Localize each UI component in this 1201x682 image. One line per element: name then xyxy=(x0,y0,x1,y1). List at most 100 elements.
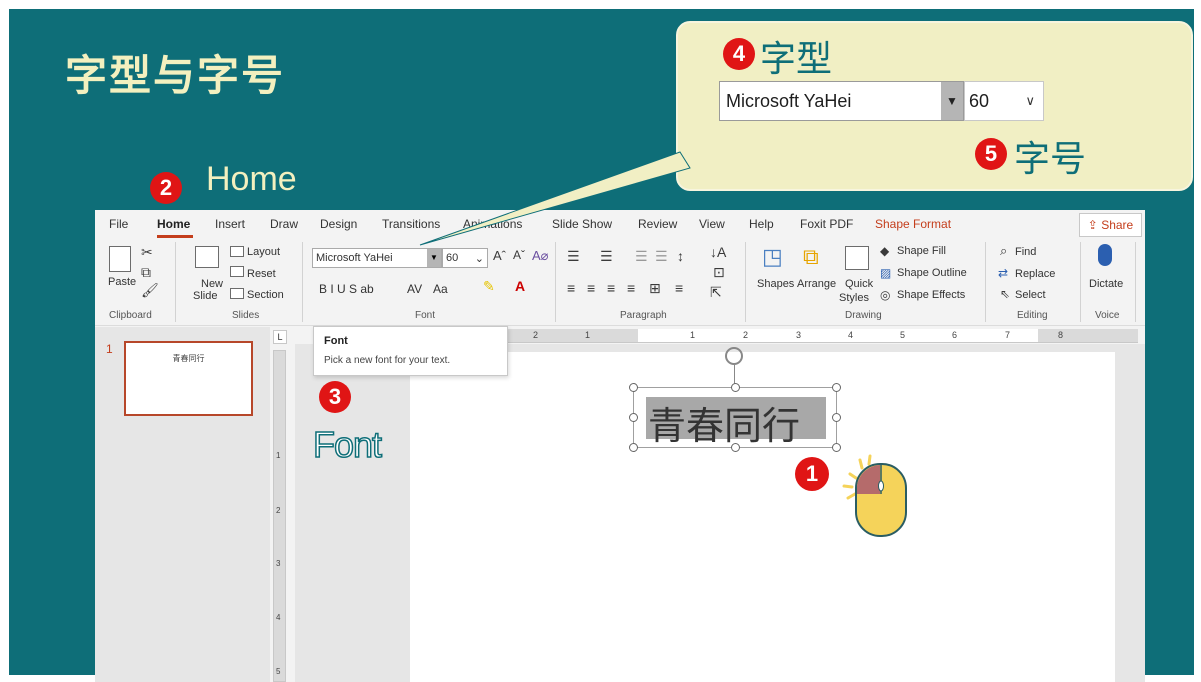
tooltip-description: Pick a new font for your text. xyxy=(324,355,451,366)
shapes-button[interactable]: Shapes xyxy=(757,278,794,290)
increase-font-size-icon[interactable]: Aˆ xyxy=(493,248,506,263)
select-button[interactable]: Select xyxy=(1015,289,1046,301)
rotate-handle-icon[interactable] xyxy=(725,347,743,365)
resize-handle[interactable] xyxy=(629,443,638,452)
bullets-icon[interactable]: ☰ xyxy=(567,248,580,265)
align-center-icon[interactable]: ≡ xyxy=(587,280,595,296)
dictate-button[interactable]: Dictate xyxy=(1089,278,1123,290)
chevron-down-icon[interactable]: ▼ xyxy=(427,249,441,267)
resize-handle[interactable] xyxy=(731,383,740,392)
share-button[interactable]: ⇪ Share xyxy=(1079,213,1142,237)
divider xyxy=(175,242,176,322)
shape-effects-icon[interactable]: ◎ xyxy=(880,288,890,302)
change-case-button[interactable]: Aa xyxy=(433,282,448,296)
tab-view[interactable]: View xyxy=(699,217,725,231)
shape-outline-icon[interactable]: ▨ xyxy=(880,266,891,280)
quick-styles-button[interactable]: Quick xyxy=(845,278,873,290)
reset-button[interactable]: Reset xyxy=(247,268,276,280)
increase-indent-icon[interactable]: ☰ xyxy=(655,248,668,265)
resize-handle[interactable] xyxy=(629,383,638,392)
vertical-ruler: 1 2 3 4 5 xyxy=(273,350,286,682)
quick-styles-button-line2[interactable]: Styles xyxy=(839,292,869,304)
slide-thumbnail[interactable]: 青春同行 xyxy=(124,341,253,416)
resize-handle[interactable] xyxy=(731,443,740,452)
tab-transitions[interactable]: Transitions xyxy=(382,217,440,231)
format-buttons-row[interactable]: B I U S ab xyxy=(319,282,374,296)
tab-review[interactable]: Review xyxy=(638,217,677,231)
tab-slide-show[interactable]: Slide Show xyxy=(552,217,612,231)
tab-animations[interactable]: Animations xyxy=(463,217,522,231)
align-left-icon[interactable]: ≡ xyxy=(567,280,575,296)
cut-icon[interactable]: ✂ xyxy=(141,244,153,261)
tab-insert[interactable]: Insert xyxy=(215,217,245,231)
arrange-icon[interactable]: ⧉ xyxy=(803,244,819,270)
resize-handle[interactable] xyxy=(832,413,841,422)
quick-styles-icon[interactable] xyxy=(845,246,869,270)
reset-icon xyxy=(230,266,244,277)
tab-shape-format[interactable]: Shape Format xyxy=(875,217,951,231)
tab-draw[interactable]: Draw xyxy=(270,217,298,231)
shape-outline-button[interactable]: Shape Outline xyxy=(897,267,967,279)
shape-fill-icon[interactable]: ◆ xyxy=(880,244,889,258)
chevron-down-icon[interactable]: ⌄ xyxy=(475,252,484,265)
new-slide-button-line2[interactable]: Slide xyxy=(193,290,217,302)
font-size-combo[interactable]: 60 ∨ xyxy=(964,81,1044,121)
resize-handle[interactable] xyxy=(832,383,841,392)
align-text-icon[interactable]: ⊡ xyxy=(713,264,725,281)
new-slide-button[interactable]: New xyxy=(201,278,223,290)
font-group-label: Font xyxy=(415,310,436,321)
format-painter-icon[interactable]: 🖌 xyxy=(141,282,159,299)
decrease-font-size-icon[interactable]: Aˇ xyxy=(513,248,525,262)
divider xyxy=(745,242,746,322)
horizontal-ruler: 2 1 1 2 3 4 5 6 7 8 xyxy=(508,329,1138,343)
find-icon[interactable]: ⌕ xyxy=(1000,243,1007,259)
line-spacing-icon[interactable]: ↕ xyxy=(677,248,684,264)
resize-handle[interactable] xyxy=(832,443,841,452)
ribbon-font-name-combo[interactable]: Microsoft YaHei ▼ xyxy=(312,248,442,268)
smartart-icon[interactable]: ⇱ xyxy=(710,284,722,301)
columns-icon[interactable]: ≡ xyxy=(675,280,683,296)
section-button[interactable]: Section xyxy=(247,289,284,301)
tab-stop-selector[interactable]: L xyxy=(273,330,287,344)
tab-design[interactable]: Design xyxy=(320,217,357,231)
text-direction-icon[interactable]: ↓A xyxy=(710,244,726,260)
decrease-indent-icon[interactable]: ☰ xyxy=(635,248,648,265)
font-tooltip: Font Pick a new font for your text. xyxy=(313,326,508,376)
resize-handle[interactable] xyxy=(629,413,638,422)
justify-icon[interactable]: ≡ xyxy=(627,280,635,296)
tab-home[interactable]: Home xyxy=(157,217,190,231)
step-1-badge: 1 xyxy=(795,457,829,491)
ruler-tick-label: 4 xyxy=(276,613,281,622)
numbering-icon[interactable]: ☰ xyxy=(600,248,613,265)
ruler-tick-label: 1 xyxy=(585,330,591,340)
clear-formatting-icon[interactable]: A⌀ xyxy=(532,248,549,264)
shapes-icon[interactable]: ◳ xyxy=(762,244,783,270)
ribbon-font-size-combo[interactable]: 60 ⌄ xyxy=(442,248,488,268)
align-right-icon[interactable]: ≡ xyxy=(607,280,615,296)
paste-button[interactable]: Paste xyxy=(108,276,136,288)
layout-button[interactable]: Layout xyxy=(247,246,280,258)
shape-fill-button[interactable]: Shape Fill xyxy=(897,245,946,257)
paste-icon[interactable] xyxy=(109,246,131,272)
font-color-icon[interactable]: A xyxy=(515,278,525,294)
selected-textbox[interactable]: 青春同行 xyxy=(633,387,837,448)
character-spacing-icon[interactable]: AV xyxy=(407,282,422,296)
microphone-icon[interactable] xyxy=(1098,244,1112,266)
distributed-icon[interactable]: ⊞ xyxy=(649,280,661,297)
highlight-icon[interactable]: ✎ xyxy=(483,278,495,295)
replace-button[interactable]: Replace xyxy=(1015,268,1055,280)
replace-icon[interactable]: ⇄ xyxy=(998,266,1008,280)
shape-effects-button[interactable]: Shape Effects xyxy=(897,289,965,301)
chevron-down-icon[interactable]: ∨ xyxy=(1025,93,1035,109)
select-icon[interactable]: ⇖ xyxy=(1000,287,1010,301)
textbox-text[interactable]: 青春同行 xyxy=(648,395,800,450)
chevron-down-icon[interactable]: ▼ xyxy=(941,82,963,120)
font-name-combo[interactable]: Microsoft YaHei ▼ xyxy=(719,81,964,121)
find-button[interactable]: Find xyxy=(1015,246,1036,258)
new-slide-icon[interactable] xyxy=(195,246,219,268)
tab-file[interactable]: File xyxy=(109,217,128,231)
copy-icon[interactable]: ⧉ xyxy=(141,264,151,281)
arrange-button[interactable]: Arrange xyxy=(797,278,836,290)
tab-foxit-pdf[interactable]: Foxit PDF xyxy=(800,217,853,231)
tab-help[interactable]: Help xyxy=(749,217,774,231)
